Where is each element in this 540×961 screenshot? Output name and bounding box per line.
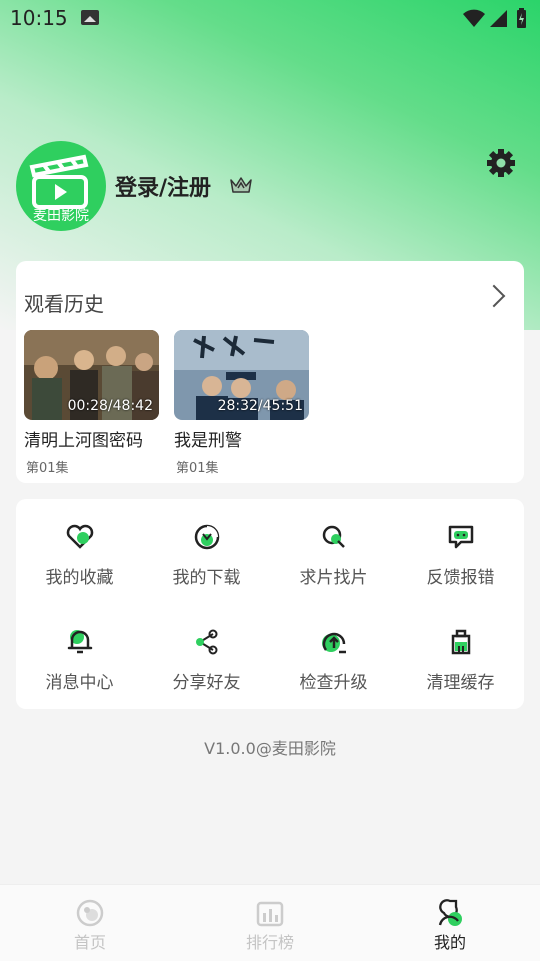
home-icon [76,899,104,927]
status-bar: 10:15 [0,0,540,36]
menu-item-request-movie[interactable]: 求片找片 [270,499,397,599]
status-time: 10:15 [10,6,68,30]
menu-item-label: 反馈报错 [426,568,495,588]
history-title[interactable]: 清明上河图密码 [24,426,143,451]
menu-item-label: 我的收藏 [45,568,114,588]
menu-item-label: 清理缓存 [426,673,495,693]
nav-tab-ranking[interactable]: 排行榜 [180,885,360,961]
history-progress: 00:28/48:42 [67,398,153,414]
search-icon [322,525,345,548]
menu-item-downloads[interactable]: 我的下载 [143,499,270,599]
bell-icon [67,630,93,654]
watch-history-card: 观看历史 00:28/48:42 清明上河图密码 第01集 28:32/45:5… [16,261,524,483]
menu-item-feedback[interactable]: 反馈报错 [397,499,524,599]
chart-icon [256,901,284,927]
watch-history-title: 观看历史 [24,292,104,316]
heart-icon [66,524,94,549]
profile-icon [438,899,462,926]
nav-label: 首页 [73,933,106,952]
nav-tab-mine[interactable]: 我的 [360,885,540,961]
menu-item-label: 分享好友 [172,673,241,693]
feature-menu-card: 我的收藏 我的下载 求片找片 反馈报错 消息中心 分享好友 检查升级 清理缓存 [16,499,524,709]
menu-item-check-update[interactable]: 检查升级 [270,604,397,704]
menu-item-clear-cache[interactable]: 清理缓存 [397,604,524,704]
avatar[interactable]: 麦田影院 [16,141,106,231]
history-episode: 第01集 [176,461,219,476]
battery-icon [517,8,526,28]
menu-item-share[interactable]: 分享好友 [143,604,270,704]
vip-crown-icon [230,177,252,193]
nav-label: 排行榜 [245,933,294,952]
feedback-icon [448,525,474,549]
menu-item-messages[interactable]: 消息中心 [16,604,143,704]
menu-item-label: 求片找片 [299,568,368,588]
share-icon [196,629,218,655]
download-icon [194,524,220,550]
broom-icon [451,629,471,655]
login-register-link[interactable]: 登录/注册 [115,170,211,202]
history-title[interactable]: 我是刑警 [174,426,242,451]
history-episode: 第01集 [26,461,69,476]
signal-icon [490,10,507,27]
settings-gear-icon[interactable] [486,148,516,178]
menu-item-label: 我的下载 [172,568,241,588]
chevron-right-icon[interactable] [482,284,506,308]
history-thumbnail-1[interactable]: 00:28/48:42 [24,330,159,420]
wifi-icon [463,9,485,27]
upgrade-icon [322,632,346,654]
nav-tab-home[interactable]: 首页 [0,885,180,961]
history-progress: 28:32/45:51 [217,398,303,414]
menu-item-favorites[interactable]: 我的收藏 [16,499,143,599]
nav-label: 我的 [433,933,466,952]
version-text: V1.0.0@麦田影院 [204,739,336,758]
menu-item-label: 消息中心 [45,673,114,693]
menu-item-label: 检查升级 [299,673,368,693]
avatar-brand-text: 麦田影院 [33,208,89,224]
bottom-navigation: 首页 排行榜 我的 [0,884,540,961]
image-notification-icon [81,10,99,25]
history-thumbnail-2[interactable]: 28:32/45:51 [174,330,309,420]
